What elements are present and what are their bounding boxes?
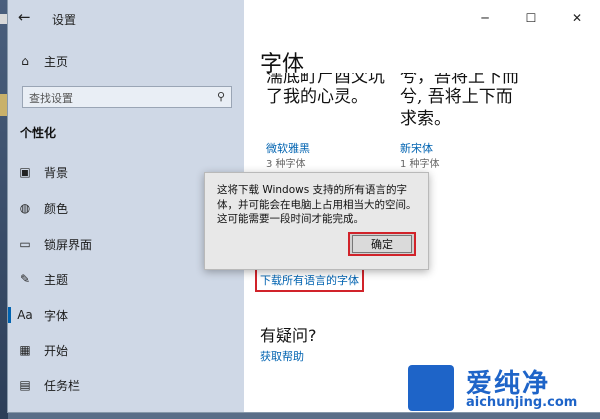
download-dialog: 这将下载 Windows 支持的所有语言的字体，并可能会在电脑上占用相当大的空间… xyxy=(204,172,429,270)
sidebar-item-label: 锁屏界面 xyxy=(44,237,93,252)
dialog-message: 这将下载 Windows 支持的所有语言的字体，并可能会在电脑上占用相当大的空间… xyxy=(217,184,417,225)
ok-button-label: 确定 xyxy=(352,235,412,253)
watermark: 爱纯净 aichunjing.com xyxy=(400,359,600,419)
get-help-link[interactable]: 获取帮助 xyxy=(260,348,304,364)
desktop-icon[interactable] xyxy=(0,14,8,24)
titlebar: ← 设置 xyxy=(8,0,244,36)
image-icon: ▣ xyxy=(19,165,31,179)
palette-icon: ◍ xyxy=(19,201,31,215)
font-preview-line: 了我的心灵。 xyxy=(266,87,368,107)
minimize-icon[interactable]: ─ xyxy=(462,0,508,36)
font-name-link[interactable]: 新宋体 xyxy=(400,140,433,156)
watermark-url: aichunjing.com xyxy=(466,395,578,410)
font-icon: Aa xyxy=(17,308,33,322)
sidebar-item-label: 颜色 xyxy=(44,201,69,216)
font-name-link[interactable]: 微软雅黑 xyxy=(266,140,310,156)
settings-window: ← 设置 ⌂ 主页 ⚲ 个性化 ▣ 背景 ◍ 颜色 ▭ 锁屏界面 ✎ 主题 xyxy=(8,0,600,412)
sidebar-item-label: 背景 xyxy=(44,165,69,180)
font-preview-line: 兮，吾将上下而 xyxy=(400,67,519,87)
taskbar-icon: ▤ xyxy=(19,378,31,392)
active-marker xyxy=(8,307,11,323)
sidebar-item-label: 字体 xyxy=(44,308,69,323)
watermark-logo-icon xyxy=(408,365,454,411)
font-preview-line: 求索。 xyxy=(400,109,451,129)
font-count: 1 种字体 xyxy=(400,159,440,170)
window-controls: ─ ☐ ✕ xyxy=(462,0,600,36)
sidebar-item-label: 任务栏 xyxy=(44,378,81,393)
desktop-strip xyxy=(0,0,8,419)
sidebar-item-label: 开始 xyxy=(44,343,69,358)
question-heading: 有疑问? xyxy=(260,326,317,345)
lock-screen-icon: ▭ xyxy=(19,237,31,251)
ok-button[interactable]: 确定 xyxy=(348,232,416,256)
sidebar-item-label: 主页 xyxy=(44,54,69,69)
search-icon[interactable]: ⚲ xyxy=(217,90,225,103)
search-input[interactable] xyxy=(23,88,205,109)
sidebar-item-home[interactable]: ⌂ 主页 xyxy=(8,47,244,75)
font-preview-line: 兮, 吾将上下而 xyxy=(400,87,513,107)
back-arrow-icon[interactable]: ← xyxy=(18,8,31,26)
close-icon[interactable]: ✕ xyxy=(554,0,600,36)
section-heading: 个性化 xyxy=(20,126,57,140)
sidebar-item-label: 主题 xyxy=(44,272,69,287)
sidebar-item-taskbar[interactable]: ▤ 任务栏 xyxy=(8,371,244,399)
desktop-icon[interactable] xyxy=(0,94,8,116)
theme-icon: ✎ xyxy=(19,272,31,286)
download-all-fonts-link[interactable]: 下载所有语言的字体 xyxy=(255,268,364,292)
maximize-icon[interactable]: ☐ xyxy=(508,0,554,36)
search-box[interactable]: ⚲ xyxy=(22,86,232,109)
home-icon: ⌂ xyxy=(21,54,29,68)
font-count: 3 种字体 xyxy=(266,159,306,170)
start-icon: ▦ xyxy=(19,343,31,357)
app-title: 设置 xyxy=(52,13,77,27)
sidebar-item-start[interactable]: ▦ 开始 xyxy=(8,336,244,364)
sidebar-item-fonts[interactable]: Aa 字体 xyxy=(8,301,244,329)
